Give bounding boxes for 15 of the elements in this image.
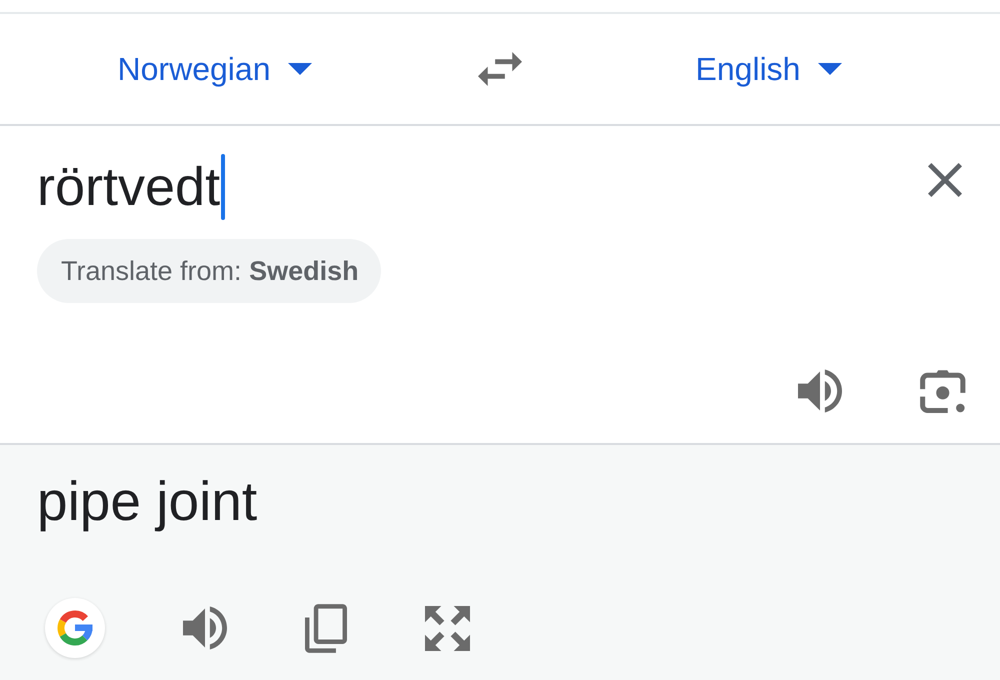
speaker-icon[interactable]: [798, 369, 842, 413]
fullscreen-icon[interactable]: [425, 606, 470, 650]
source-text-input[interactable]: rörtvedt: [37, 154, 226, 220]
close-icon[interactable]: [928, 163, 962, 197]
copy-icon[interactable]: [305, 604, 347, 652]
camera-lens-icon[interactable]: [920, 369, 968, 413]
speaker-icon[interactable]: [183, 606, 227, 650]
caret-icon: [288, 63, 312, 75]
target-language-button[interactable]: English: [696, 46, 842, 92]
source-language-button[interactable]: Norwegian: [118, 46, 312, 92]
translation-text: pipe joint: [37, 469, 258, 534]
caret-icon: [818, 63, 842, 75]
swap-icon[interactable]: [478, 52, 522, 86]
g-logo-icon[interactable]: [45, 598, 105, 658]
translate-from-chip[interactable]: Translate from: Swedish: [37, 239, 381, 303]
